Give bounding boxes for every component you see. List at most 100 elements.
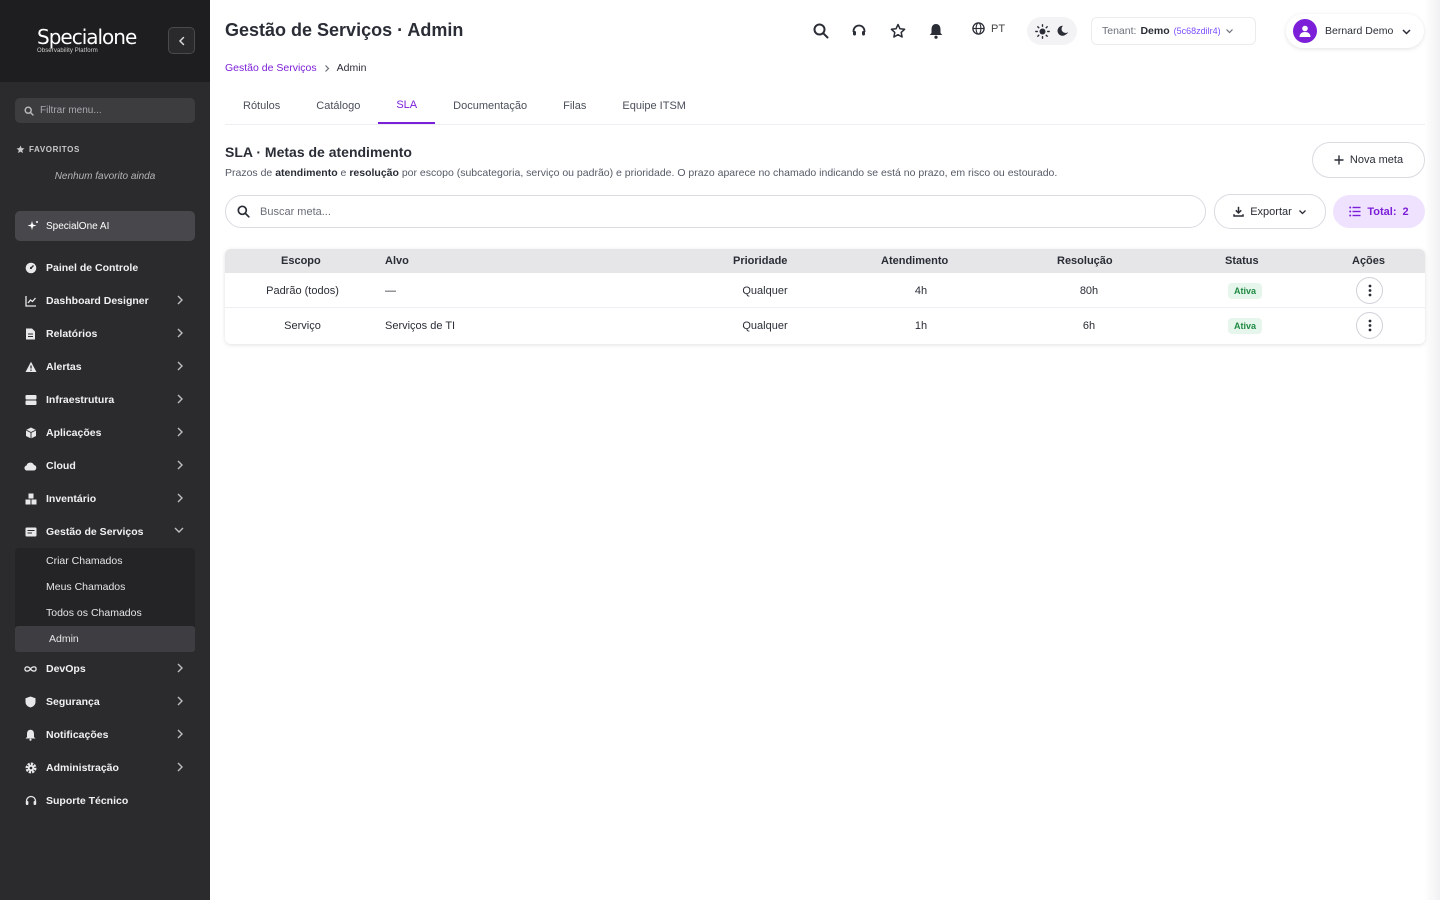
favorites-empty-text: Nenhum favorito ainda	[54, 171, 156, 182]
column-label: Alvo	[385, 255, 409, 267]
chevron-right-icon	[177, 493, 183, 503]
sidebar-item-notificacoes[interactable]: Notificações	[15, 718, 195, 751]
column-header-atendimento[interactable]: Atendimento	[881, 249, 948, 273]
column-label: Resolução	[1057, 255, 1113, 267]
section-description: Prazos de atendimento e resolução por es…	[225, 167, 1057, 179]
cell-acoes	[1356, 273, 1383, 308]
row-actions-button[interactable]	[1356, 277, 1383, 304]
sidebar: Specialone Observability Platform FAVORI…	[0, 0, 210, 900]
breadcrumb: Gestão de Serviços Admin	[225, 62, 366, 74]
search-icon	[813, 23, 829, 39]
column-header-alvo[interactable]: Alvo	[385, 249, 409, 273]
more-vertical-icon	[1368, 284, 1371, 297]
sidebar-item-cloud[interactable]: Cloud	[15, 449, 195, 482]
favorites-heading-label: FAVORITOS	[29, 145, 80, 154]
moon-icon[interactable]	[1057, 25, 1069, 37]
section-title: SLA · Metas de atendimento	[225, 144, 412, 160]
sidebar-item-infraestrutura[interactable]: Infraestrutura	[15, 383, 195, 416]
sidebar-item-label: Gestão de Serviços	[46, 525, 144, 538]
tab-filas[interactable]: Filas	[545, 87, 604, 124]
table-row[interactable]: Padrão (todos) — Qualquer 4h 80h Ativa	[225, 273, 1425, 308]
favorites-button[interactable]	[888, 21, 908, 41]
gear-icon	[24, 761, 37, 774]
sidebar-item-aplicacoes[interactable]: Aplicações	[15, 416, 195, 449]
sidebar-item-devops[interactable]: DevOps	[15, 652, 195, 685]
user-name: Bernard Demo	[1325, 25, 1394, 37]
cell-alvo: —	[385, 284, 396, 297]
specialone-ai-label: SpecialOne AI	[46, 220, 110, 232]
search-goal-input[interactable]	[260, 205, 1160, 218]
column-header-escopo[interactable]: Escopo	[281, 249, 321, 273]
chevron-right-icon	[177, 460, 183, 470]
admin-tabs: Rótulos Catálogo SLA Documentação Filas …	[225, 87, 1425, 125]
cell-prioridade: Qualquer	[742, 284, 788, 297]
filter-menu-input[interactable]	[40, 105, 180, 116]
tab-documentacao[interactable]: Documentação	[435, 87, 545, 124]
sidebar-item-painel-de-controle[interactable]: Painel de Controle	[15, 251, 195, 284]
sidebar-item-dashboard-designer[interactable]: Dashboard Designer	[15, 284, 195, 317]
breadcrumb-current: Admin	[336, 62, 367, 74]
row-actions-button[interactable]	[1356, 312, 1383, 339]
column-label: Ações	[1352, 255, 1386, 267]
column-header-prioridade[interactable]: Prioridade	[733, 249, 787, 273]
headset-icon	[852, 24, 866, 36]
sidebar-item-inventario[interactable]: Inventário	[15, 482, 195, 515]
cell-atendimento: 4h	[914, 284, 928, 297]
breadcrumb-link-gestao-de-servicos[interactable]: Gestão de Serviços	[225, 62, 317, 74]
chevron-right-icon	[177, 427, 183, 437]
tab-equipe-itsm[interactable]: Equipe ITSM	[604, 87, 704, 124]
column-header-status[interactable]: Status	[1225, 249, 1259, 273]
sidebar-item-seguranca[interactable]: Segurança	[15, 685, 195, 718]
brand-logo[interactable]: Specialone Observability Platform	[37, 26, 137, 54]
cell-escopo: Padrão (todos)	[266, 284, 339, 297]
theme-toggle[interactable]	[1027, 17, 1077, 45]
download-icon	[1233, 206, 1244, 217]
sidebar-item-alertas[interactable]: Alertas	[15, 350, 195, 383]
sidebar-item-label: Alertas	[46, 360, 82, 373]
notifications-button[interactable]	[926, 21, 946, 41]
desc-bold-atendimento: atendimento	[275, 167, 338, 179]
status-badge: Ativa	[1227, 317, 1262, 334]
export-button[interactable]: Exportar	[1214, 194, 1326, 229]
shield-icon	[24, 695, 37, 708]
server-icon	[24, 393, 37, 406]
tenant-selector[interactable]: Tenant: Demo (5c68zdilr4)	[1091, 17, 1256, 45]
sidebar-item-relatorios[interactable]: Relatórios	[15, 317, 195, 350]
favorites-heading: FAVORITOS	[16, 145, 80, 154]
star-icon	[16, 145, 25, 154]
new-goal-label: Nova meta	[1349, 154, 1404, 166]
tab-rotulos[interactable]: Rótulos	[225, 87, 298, 124]
chevron-right-icon	[177, 663, 183, 673]
tab-sla[interactable]: SLA	[378, 87, 436, 124]
submenu-item-criar-chamados[interactable]: Criar Chamados	[15, 548, 195, 574]
language-selector[interactable]: PT	[972, 22, 1005, 35]
sidebar-item-suporte-tecnico[interactable]: Suporte Técnico	[15, 784, 195, 817]
specialone-ai-button[interactable]: SpecialOne AI	[15, 211, 195, 241]
sun-icon[interactable]	[1035, 23, 1051, 39]
sidebar-item-administracao[interactable]: Administração	[15, 751, 195, 784]
sidebar-item-label: Infraestrutura	[46, 393, 115, 406]
chevron-right-icon	[324, 64, 329, 72]
user-icon	[1299, 25, 1311, 37]
sidebar-item-gestao-de-servicos[interactable]: Gestão de Serviços	[15, 515, 195, 548]
more-vertical-icon	[1368, 319, 1371, 332]
avatar	[1293, 19, 1317, 43]
new-goal-button[interactable]: Nova meta	[1312, 142, 1425, 178]
search-button[interactable]	[811, 21, 831, 41]
tab-catalogo[interactable]: Catálogo	[298, 87, 378, 124]
submenu-item-todos-os-chamados[interactable]: Todos os Chamados	[15, 600, 195, 626]
submenu-item-meus-chamados[interactable]: Meus Chamados	[15, 574, 195, 600]
sla-table: Escopo Alvo Prioridade Atendimento Resol…	[225, 249, 1425, 344]
infinity-icon	[24, 662, 37, 675]
column-header-resolucao[interactable]: Resolução	[1057, 249, 1113, 273]
chevron-left-icon	[178, 36, 184, 45]
sidebar-item-label: Segurança	[46, 695, 100, 708]
cell-alvo: Serviços de TI	[385, 319, 456, 332]
support-button[interactable]	[849, 21, 869, 41]
user-menu[interactable]: Bernard Demo	[1286, 14, 1424, 48]
table-header: Escopo Alvo Prioridade Atendimento Resol…	[225, 249, 1425, 273]
collapse-sidebar-button[interactable]	[168, 27, 195, 54]
column-label: Escopo	[281, 255, 321, 267]
table-row[interactable]: Serviço Serviços de TI Qualquer 1h 6h At…	[225, 308, 1425, 343]
submenu-item-admin[interactable]: Admin	[15, 626, 195, 652]
